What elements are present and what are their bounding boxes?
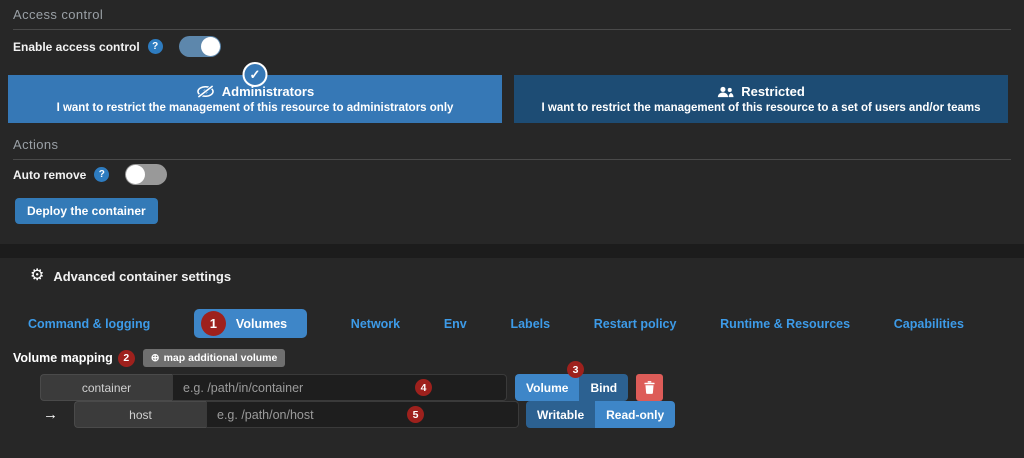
enable-access-control-label: Enable access control	[13, 40, 140, 54]
container-path-row: container 4 Volume Bind 3	[40, 374, 663, 401]
remove-volume-button[interactable]	[636, 374, 663, 401]
host-path-input[interactable]	[206, 401, 519, 428]
users-icon	[717, 86, 734, 98]
auto-remove-row: Auto remove ?	[13, 164, 167, 185]
tab-network[interactable]: Network	[351, 317, 400, 331]
access-control-options: ✓ Administrators I want to restrict the …	[8, 75, 1008, 123]
restricted-card-description: I want to restrict the management of thi…	[541, 102, 980, 114]
tab-env[interactable]: Env	[444, 317, 467, 331]
tab-labels[interactable]: Labels	[510, 317, 550, 331]
host-path-input-wrap: 5	[206, 401, 519, 428]
container-path-input-wrap: 4	[172, 374, 507, 401]
volume-mapping-label: Volume mapping	[13, 351, 113, 365]
trash-icon	[644, 381, 655, 394]
restricted-option-card[interactable]: Restricted I want to restrict the manage…	[514, 75, 1008, 123]
map-additional-volume-button[interactable]: ⊕ map additional volume	[143, 349, 286, 367]
readonly-button[interactable]: Read-only	[595, 401, 675, 428]
restricted-card-title: Restricted	[717, 84, 805, 99]
step-badge-3: 3	[567, 361, 584, 378]
volume-mapping-header: Volume mapping 2 ⊕ map additional volume	[13, 349, 285, 367]
step-badge-4: 4	[415, 379, 432, 396]
host-path-row: → host 5 Writable Read-only	[43, 401, 675, 428]
tab-restart-policy[interactable]: Restart policy	[594, 317, 677, 331]
tab-command-logging[interactable]: Command & logging	[28, 317, 150, 331]
step-badge-5: 5	[407, 406, 424, 423]
auto-remove-toggle[interactable]	[125, 164, 167, 185]
enable-access-control-row: Enable access control ?	[13, 36, 221, 57]
writable-button[interactable]: Writable	[526, 401, 595, 428]
help-icon[interactable]: ?	[94, 167, 109, 182]
step-badge-2: 2	[118, 350, 135, 367]
plus-circle-icon: ⊕	[151, 352, 160, 364]
administrators-option-card[interactable]: ✓ Administrators I want to restrict the …	[8, 75, 502, 123]
host-addon-label: host	[74, 401, 206, 428]
gear-icon: ⚙	[30, 268, 44, 284]
deploy-container-button[interactable]: Deploy the container	[15, 198, 158, 224]
tab-volumes-label: Volumes	[236, 317, 287, 331]
container-settings-page: Access control Enable access control ? ✓…	[0, 0, 1024, 458]
toggle-knob	[201, 37, 220, 56]
access-control-section-title: Access control	[13, 7, 1011, 30]
toggle-knob	[126, 165, 145, 184]
map-additional-volume-label: map additional volume	[164, 352, 278, 364]
eye-slash-icon	[196, 85, 215, 98]
administrators-card-description: I want to restrict the management of thi…	[57, 102, 454, 114]
container-path-input[interactable]	[172, 374, 507, 401]
auto-remove-label: Auto remove	[13, 168, 86, 182]
advanced-settings-title: Advanced container settings	[53, 269, 231, 284]
actions-section-title: Actions	[13, 137, 1011, 160]
selected-check-icon: ✓	[243, 62, 268, 87]
tab-volumes[interactable]: 1 Volumes	[194, 309, 307, 338]
container-addon-label: container	[40, 374, 172, 401]
arrow-right-icon: →	[43, 406, 58, 423]
step-badge-1: 1	[201, 311, 226, 336]
advanced-settings-header: ⚙ Advanced container settings	[30, 268, 231, 284]
tab-runtime-resources[interactable]: Runtime & Resources	[720, 317, 850, 331]
advanced-settings-tabs: Command & logging 1 Volumes Network Env …	[28, 309, 964, 338]
enable-access-control-toggle[interactable]	[179, 36, 221, 57]
writable-readonly-toggle-group: Writable Read-only	[526, 401, 675, 428]
tab-capabilities[interactable]: Capabilities	[894, 317, 964, 331]
volume-bind-toggle-group: Volume Bind 3	[515, 374, 628, 401]
volume-type-button[interactable]: Volume	[515, 374, 579, 401]
bind-type-button[interactable]: Bind	[579, 374, 628, 401]
section-separator	[0, 244, 1024, 258]
help-icon[interactable]: ?	[148, 39, 163, 54]
